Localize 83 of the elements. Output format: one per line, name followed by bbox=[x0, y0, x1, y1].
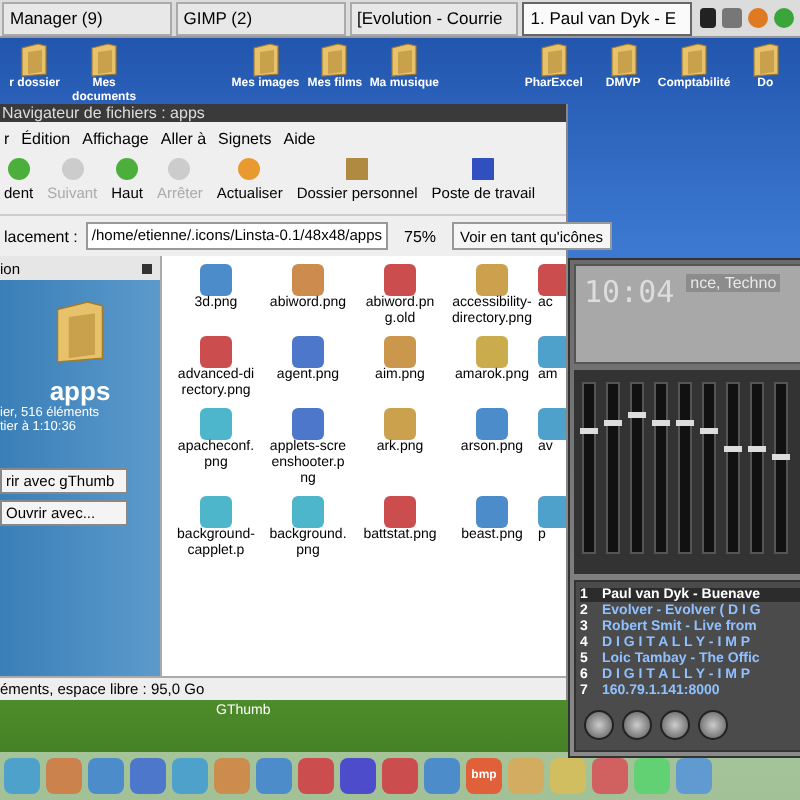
app-icon[interactable] bbox=[172, 758, 208, 794]
file-icon[interactable] bbox=[292, 264, 324, 296]
file-icon[interactable] bbox=[476, 496, 508, 529]
file-icon[interactable] bbox=[476, 336, 508, 369]
file-icon[interactable] bbox=[200, 496, 232, 529]
slider-thumb[interactable] bbox=[652, 420, 670, 426]
equalizer-slider[interactable] bbox=[582, 382, 596, 554]
file-icon[interactable] bbox=[384, 496, 416, 529]
file-icon[interactable] bbox=[292, 496, 324, 529]
equalizer-slider[interactable] bbox=[702, 382, 716, 554]
round-button[interactable] bbox=[622, 710, 652, 740]
circle-icon bbox=[238, 158, 261, 180]
app-icon[interactable] bbox=[88, 758, 124, 794]
folder-icon bbox=[678, 42, 711, 78]
round-button[interactable] bbox=[660, 710, 690, 740]
file-icon[interactable] bbox=[384, 336, 416, 369]
app-icon[interactable] bbox=[214, 758, 250, 794]
zoom-level: 75% bbox=[404, 227, 437, 245]
taskbar-button[interactable]: 1. Paul van Dyk - E bbox=[522, 1, 692, 35]
taskbar-button[interactable]: [Evolution - Courrie bbox=[349, 1, 519, 35]
file-icon[interactable] bbox=[538, 336, 566, 369]
equalizer-slider[interactable] bbox=[726, 382, 740, 554]
folder-name: apps bbox=[49, 376, 111, 406]
file-icon[interactable] bbox=[200, 264, 232, 296]
app-icon[interactable] bbox=[130, 758, 166, 794]
folder-icon bbox=[249, 42, 282, 78]
circle-icon bbox=[168, 158, 191, 180]
file-icon[interactable] bbox=[200, 408, 232, 441]
slider-thumb[interactable] bbox=[628, 411, 646, 418]
folder-icon bbox=[18, 42, 51, 78]
slider-thumb[interactable] bbox=[748, 445, 766, 452]
equalizer-slider[interactable] bbox=[750, 382, 764, 554]
folder-icon bbox=[88, 42, 121, 78]
file-icon[interactable] bbox=[538, 496, 566, 529]
slider-thumb[interactable] bbox=[580, 428, 598, 435]
file-icon[interactable] bbox=[384, 408, 416, 441]
file-icon[interactable] bbox=[200, 336, 232, 369]
folder-icon bbox=[318, 42, 351, 78]
app-icon[interactable] bbox=[382, 758, 418, 794]
menu-item[interactable]: Aller à bbox=[160, 129, 207, 147]
taskbar-button[interactable]: GIMP (2) bbox=[175, 1, 345, 35]
slider-thumb[interactable] bbox=[700, 428, 718, 435]
app-icon[interactable] bbox=[298, 758, 334, 794]
slider-thumb[interactable] bbox=[676, 420, 694, 426]
track-ticker: nce, Techno bbox=[686, 274, 781, 292]
app-icon[interactable] bbox=[46, 758, 82, 794]
taskbar-button[interactable]: Manager (9) bbox=[2, 1, 172, 35]
folder-icon bbox=[537, 42, 570, 78]
file-icon[interactable] bbox=[384, 264, 416, 296]
equalizer-slider[interactable] bbox=[606, 382, 620, 554]
app-icon[interactable] bbox=[676, 758, 712, 794]
slider-thumb[interactable] bbox=[724, 445, 742, 452]
app-icon[interactable] bbox=[424, 758, 460, 794]
menu-item[interactable]: Signets bbox=[218, 129, 272, 147]
equalizer-slider[interactable] bbox=[630, 382, 644, 554]
equalizer-slider[interactable] bbox=[654, 382, 668, 554]
equalizer-slider[interactable] bbox=[774, 382, 788, 554]
folder-icon bbox=[388, 42, 421, 78]
app-icon[interactable] bbox=[256, 758, 292, 794]
circle-icon bbox=[7, 158, 30, 180]
file-icon[interactable] bbox=[292, 408, 324, 441]
folder-icon bbox=[607, 42, 640, 78]
folder-icon bbox=[749, 42, 782, 78]
slider-thumb[interactable] bbox=[772, 453, 790, 460]
circle-icon bbox=[61, 158, 84, 180]
round-button[interactable] bbox=[698, 710, 728, 740]
menu-item[interactable]: r bbox=[4, 129, 10, 147]
menu-item[interactable]: Affichage bbox=[82, 129, 149, 147]
app-icon[interactable] bbox=[4, 758, 40, 794]
file-icon[interactable] bbox=[476, 408, 508, 441]
round-button[interactable] bbox=[584, 710, 614, 740]
location-label: lacement : bbox=[4, 227, 78, 245]
menu-item[interactable]: Édition bbox=[21, 129, 71, 147]
file-icon[interactable] bbox=[538, 408, 566, 441]
slider-thumb[interactable] bbox=[604, 420, 622, 426]
window-title: Navigateur de fichiers : apps bbox=[0, 104, 566, 122]
app-icon[interactable] bbox=[340, 758, 376, 794]
equalizer-slider[interactable] bbox=[678, 382, 692, 554]
file-icon[interactable] bbox=[292, 336, 324, 369]
file-icon[interactable] bbox=[476, 264, 508, 296]
app-icon[interactable] bbox=[592, 758, 628, 794]
menu-item[interactable]: Aide bbox=[283, 129, 316, 147]
circle-icon bbox=[116, 158, 139, 180]
